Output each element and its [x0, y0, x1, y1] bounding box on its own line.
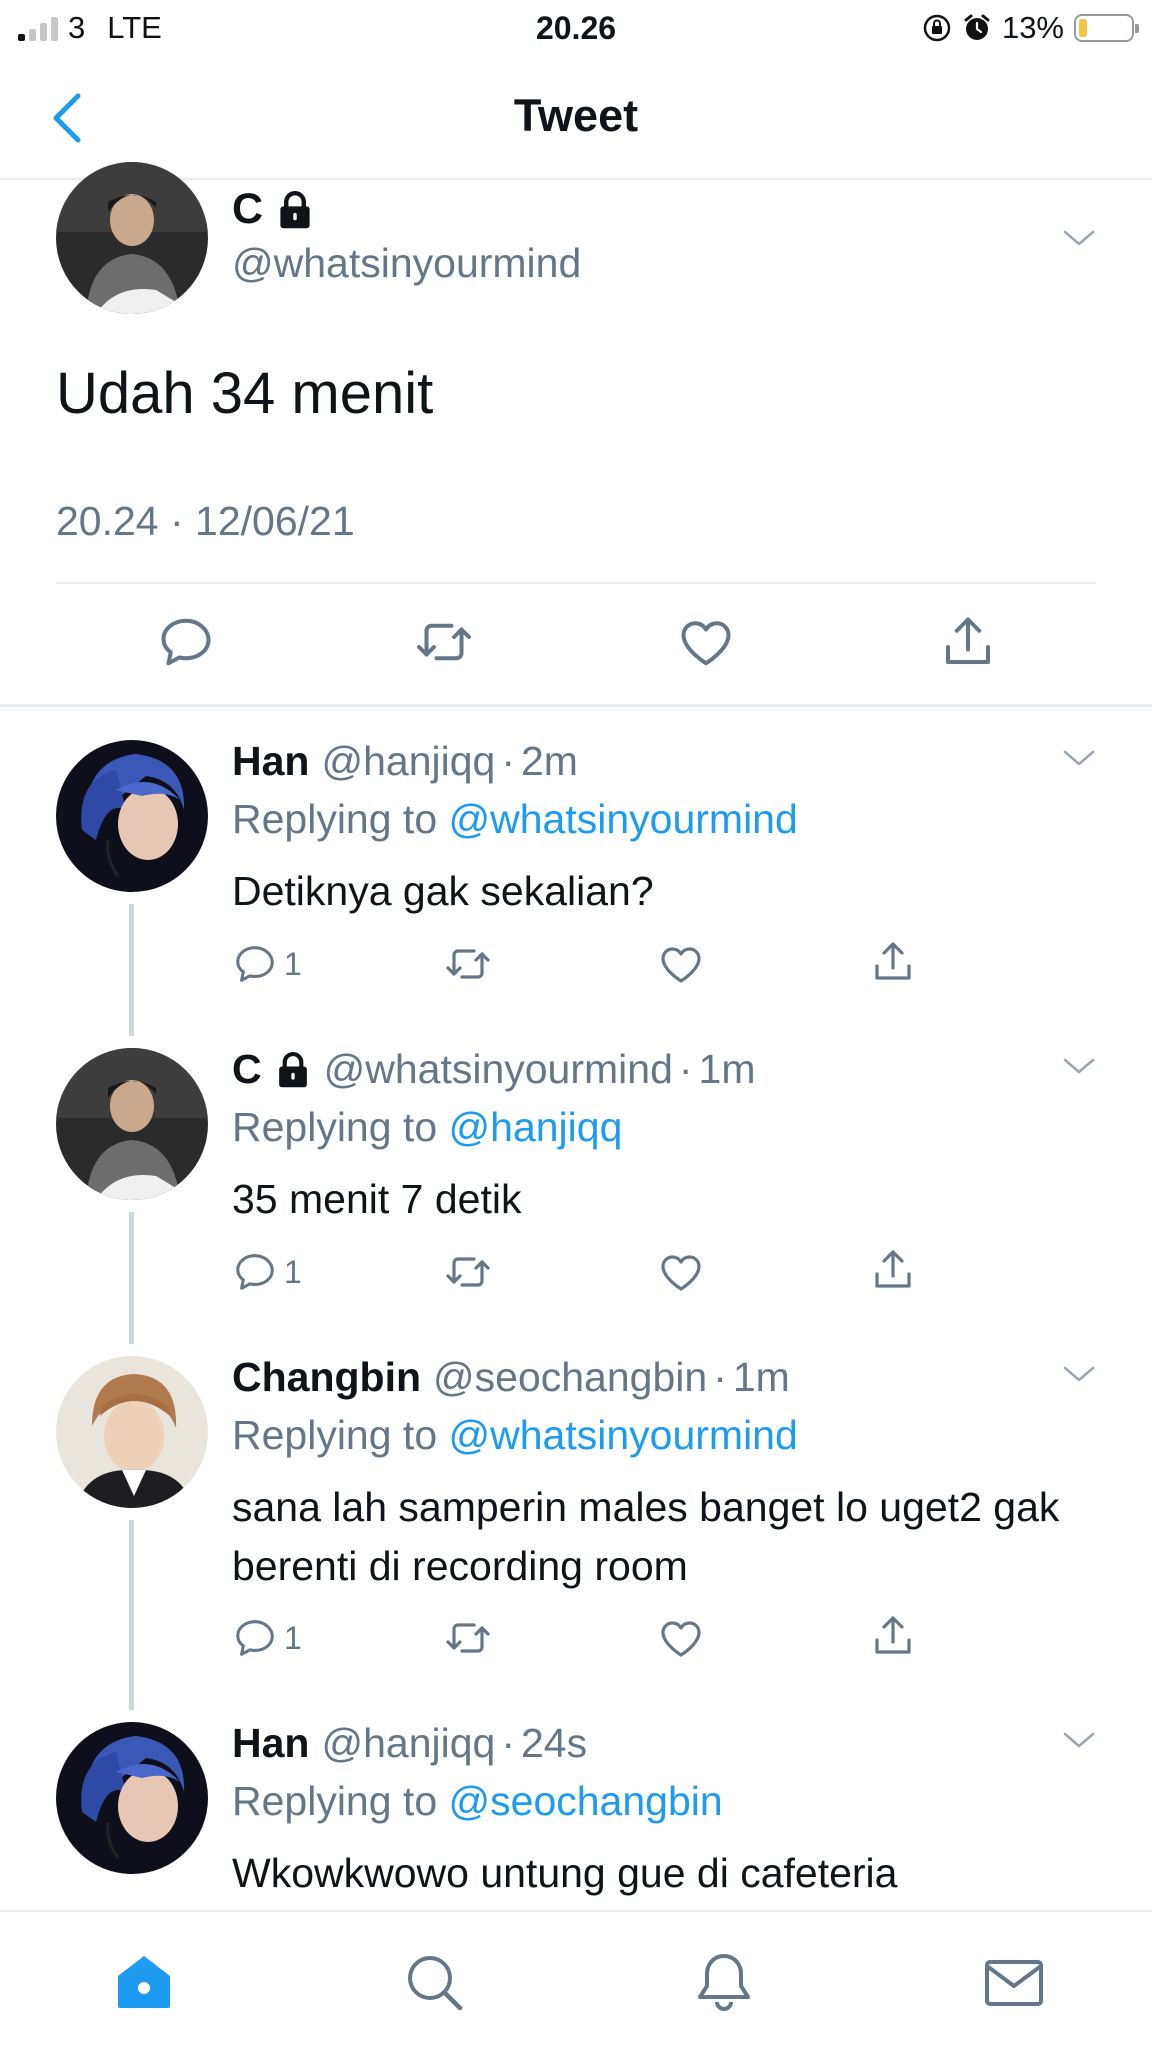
status-bar: 3 LTE 20.26 13%	[0, 0, 1152, 60]
divider	[56, 582, 1096, 584]
avatar[interactable]	[56, 1048, 208, 1200]
reply-count: 1	[284, 1619, 302, 1656]
share-icon[interactable]	[869, 1612, 917, 1660]
mention-link[interactable]: @whatsinyourmind	[449, 796, 798, 842]
reply-time: 1m	[732, 1354, 790, 1400]
reply-header: C @whatsinyourmind · 1m	[232, 1046, 756, 1093]
reply-count: 1	[284, 1253, 302, 1290]
tweet-text: Udah 34 menit	[56, 361, 434, 426]
replying-to-label: Replying to	[232, 1778, 449, 1824]
tab-bar	[0, 1910, 1152, 2050]
replying-to: Replying to @whatsinyourmind	[232, 1412, 798, 1459]
reply-text: 35 menit 7 detik	[232, 1176, 522, 1222]
reply-header: Changbin @seochangbin · 1m	[232, 1354, 790, 1401]
retweet-icon[interactable]	[444, 1614, 492, 1662]
reply-icon	[232, 1615, 278, 1661]
author-name[interactable]: C	[232, 185, 315, 234]
mention-link[interactable]: @whatsinyourmind	[449, 1412, 798, 1458]
separator-dot: ·	[713, 1354, 727, 1400]
battery-percent: 13%	[1001, 10, 1064, 45]
reply-header: Han @hanjiqq · 24s	[232, 1720, 587, 1767]
battery-icon	[1074, 14, 1139, 42]
alarm-icon	[964, 14, 990, 40]
reply-time: 1m	[698, 1046, 756, 1092]
divider	[0, 704, 1152, 707]
chevron-down-icon[interactable]	[1062, 748, 1096, 768]
author-name[interactable]: Changbin	[232, 1354, 421, 1401]
thread-line	[129, 1212, 134, 1344]
reply-icon	[232, 941, 278, 987]
replying-to-label: Replying to	[232, 1104, 449, 1150]
reply-action[interactable]: 1	[232, 940, 302, 988]
chevron-down-icon[interactable]	[1062, 228, 1096, 248]
like-icon[interactable]	[676, 612, 736, 672]
status-right: 13%	[922, 10, 1139, 46]
share-icon[interactable]	[869, 1246, 917, 1294]
reply-text: Detiknya gak sekalian?	[232, 868, 654, 914]
thread-line	[129, 904, 134, 1036]
author-name[interactable]: C	[232, 1046, 262, 1093]
share-icon[interactable]	[938, 612, 998, 672]
bell-icon[interactable]	[692, 1950, 756, 2014]
author-handle[interactable]: @hanjiqq	[321, 1720, 495, 1767]
lock-icon	[275, 191, 315, 229]
reply-count: 1	[284, 945, 302, 982]
reply-icon[interactable]	[156, 612, 216, 672]
author-handle[interactable]: @whatsinyourmind	[324, 1046, 673, 1093]
author-name[interactable]: Han	[232, 1720, 309, 1767]
nav-bar: Tweet	[0, 60, 1152, 180]
separator-dot: ·	[501, 1720, 515, 1766]
replying-to: Replying to @seochangbin	[232, 1778, 723, 1825]
separator-dot: ·	[501, 738, 515, 784]
avatar[interactable]	[56, 162, 208, 314]
reply-icon	[232, 1249, 278, 1295]
author-handle[interactable]: @whatsinyourmind	[232, 240, 581, 287]
reply-action[interactable]: 1	[232, 1614, 302, 1662]
like-icon[interactable]	[657, 1248, 705, 1296]
home-icon[interactable]	[112, 1950, 176, 2014]
retweet-icon[interactable]	[444, 940, 492, 988]
search-icon[interactable]	[402, 1950, 466, 2014]
reply-time: 24s	[520, 1720, 588, 1766]
replying-to-label: Replying to	[232, 1412, 449, 1458]
thread-line	[129, 1520, 134, 1710]
retweet-icon[interactable]	[444, 1248, 492, 1296]
reply-time: 2m	[520, 738, 578, 784]
chevron-down-icon[interactable]	[1062, 1730, 1096, 1750]
like-icon[interactable]	[657, 940, 705, 988]
mention-link[interactable]: @hanjiqq	[449, 1104, 623, 1150]
replying-to-label: Replying to	[232, 796, 449, 842]
reply-text: Wkowkwowo untung gue di cafeteria	[232, 1850, 898, 1896]
mention-link[interactable]: @seochangbin	[449, 1778, 723, 1824]
retweet-icon[interactable]	[414, 612, 474, 672]
chevron-down-icon[interactable]	[1062, 1056, 1096, 1076]
share-icon[interactable]	[869, 938, 917, 986]
mail-icon[interactable]	[982, 1950, 1046, 2014]
lock-icon	[274, 1052, 312, 1088]
chevron-down-icon[interactable]	[1062, 1364, 1096, 1384]
replying-to: Replying to @hanjiqq	[232, 1104, 622, 1151]
avatar[interactable]	[56, 1356, 208, 1508]
avatar[interactable]	[56, 1722, 208, 1874]
reply-header: Han @hanjiqq · 2m	[232, 738, 578, 785]
tweet-actions	[0, 612, 1152, 672]
like-icon[interactable]	[657, 1614, 705, 1662]
avatar[interactable]	[56, 740, 208, 892]
reply-action[interactable]: 1	[232, 1248, 302, 1296]
tweet-timestamp: 20.24 · 12/06/21	[56, 498, 355, 544]
rotation-lock-icon	[923, 14, 951, 42]
author-handle[interactable]: @seochangbin	[433, 1354, 707, 1401]
separator-dot: ·	[678, 1046, 693, 1092]
page-title: Tweet	[513, 90, 639, 141]
author-name[interactable]: Han	[232, 738, 309, 785]
reply-text: sana lah samperin males banget lo uget2 …	[232, 1484, 1060, 1589]
author-name-text: C	[232, 185, 264, 233]
author-handle[interactable]: @hanjiqq	[321, 738, 495, 785]
replying-to: Replying to @whatsinyourmind	[232, 796, 798, 843]
